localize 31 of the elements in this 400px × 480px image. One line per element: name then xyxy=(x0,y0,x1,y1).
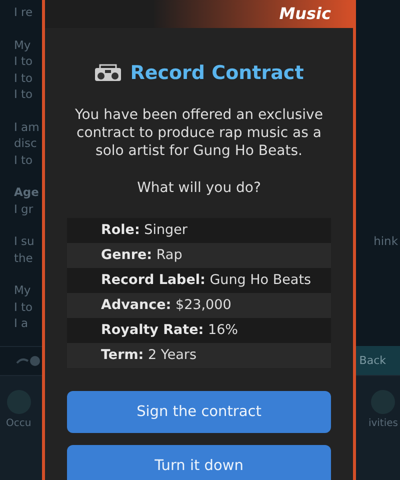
description: You have been offered an exclusive contract to produce rap music as a solo artist for Gung Ho Beats. xyxy=(74,106,324,160)
background-text: I am xyxy=(14,118,40,135)
choice-button[interactable]: Turn it down xyxy=(67,445,331,480)
background-text: the xyxy=(14,250,33,266)
background-text: I su xyxy=(14,233,34,250)
background-text: My xyxy=(14,36,31,53)
detail-row: Genre: Rap xyxy=(67,243,331,268)
background-text: I to xyxy=(14,53,33,70)
background-text: I re xyxy=(14,4,33,20)
detail-row: Role: Singer xyxy=(67,218,331,243)
choice-button[interactable]: Sign the contract xyxy=(67,391,331,433)
background-text: I gr xyxy=(14,200,34,217)
tab[interactable]: Occu xyxy=(6,390,32,480)
background-text: I to xyxy=(14,152,33,168)
dialog-title: Record Contract xyxy=(130,62,304,84)
background-text: My xyxy=(14,282,31,298)
category-label: Music xyxy=(279,4,331,22)
detail-row: Royalty Rate: 16% xyxy=(67,318,331,343)
background-text: I a xyxy=(14,315,28,332)
background-text: I to xyxy=(14,70,33,86)
background-text: I to xyxy=(14,298,33,315)
detail-row: Record Label: Gung Ho Beats xyxy=(67,268,331,293)
tab[interactable]: ivities xyxy=(368,390,398,480)
boombox-icon xyxy=(94,64,122,82)
detail-row: Term: 2 Years xyxy=(67,343,331,368)
detail-row: Advance: $23,000 xyxy=(67,293,331,318)
background-text: I to xyxy=(14,86,33,102)
background-text: disc xyxy=(14,135,37,152)
background-text: Age xyxy=(14,184,39,200)
question: What will you do? xyxy=(137,180,261,196)
background-text: hink xyxy=(374,233,398,250)
